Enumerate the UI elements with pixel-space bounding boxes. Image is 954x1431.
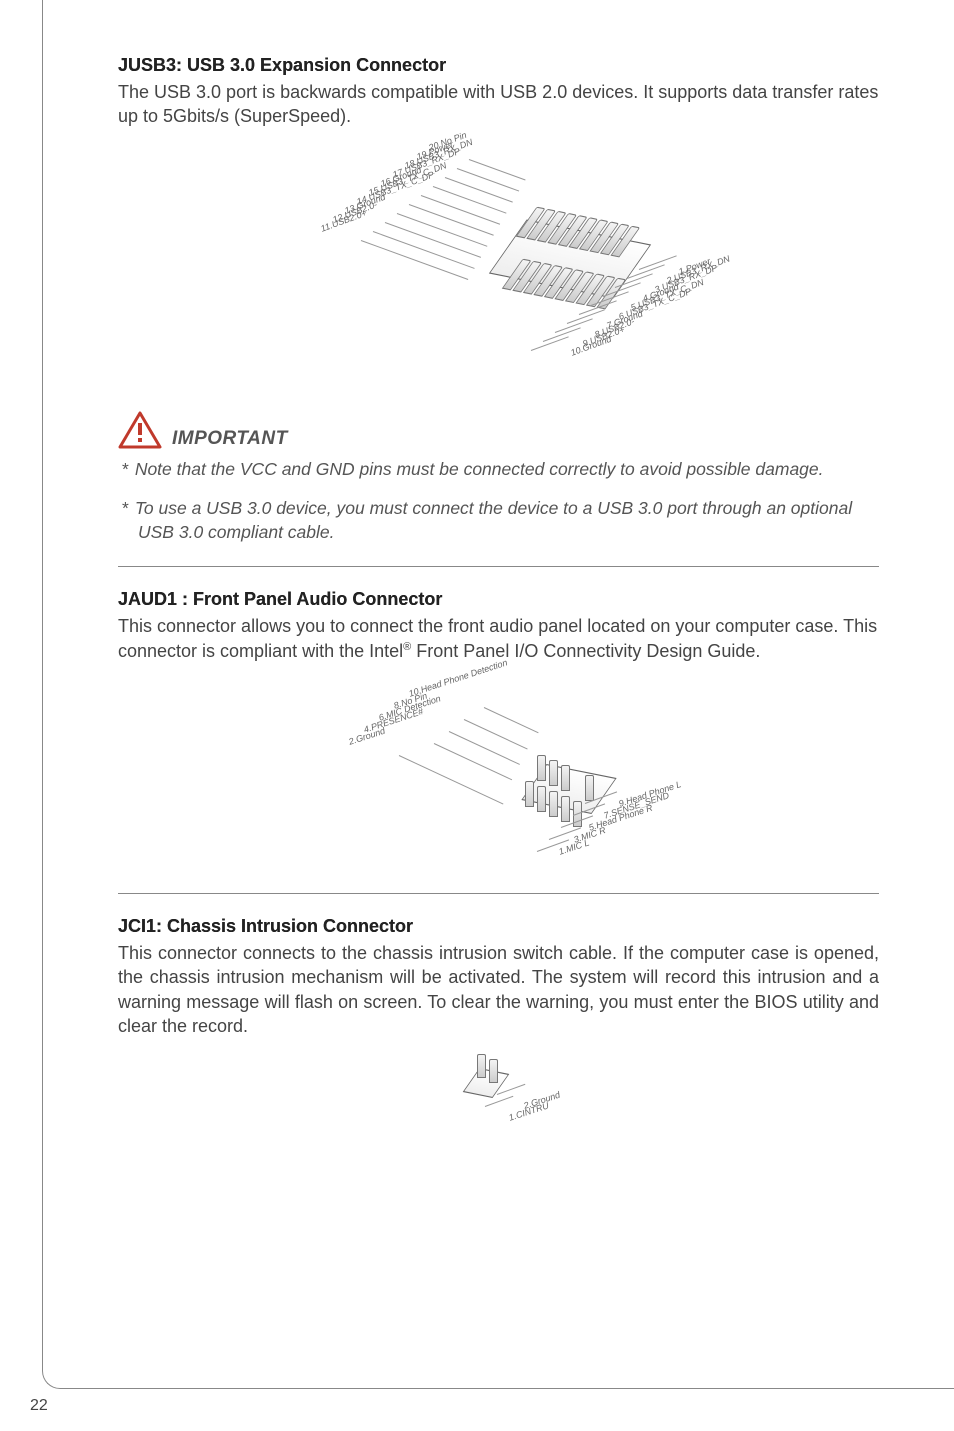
- section3-heading: JCI1: Chassis Intrusion Connector: [118, 916, 879, 937]
- section1-body: The USB 3.0 port is backwards compatible…: [118, 80, 879, 129]
- leader-line: [408, 204, 493, 236]
- leader-line: [456, 168, 518, 192]
- warning-icon: [118, 410, 162, 450]
- important-callout: IMPORTANT: [118, 410, 879, 450]
- jci1-connector-diagram: 2.Ground 1.CINTRU: [349, 1046, 649, 1156]
- leader-line: [484, 1096, 513, 1107]
- section-separator: [118, 893, 879, 894]
- leader-line: [396, 213, 487, 247]
- jaud1-connector-diagram: 10.Head Phone Detection 8.No Pin 6.MIC D…: [239, 671, 759, 871]
- leader-line: [432, 186, 506, 214]
- leader-line: [444, 177, 512, 203]
- leader-line: [448, 731, 519, 765]
- section3-body: This connector connects to the chassis i…: [118, 941, 879, 1038]
- leader-line: [420, 195, 499, 225]
- section2-heading: JAUD1 : Front Panel Audio Connector: [118, 589, 879, 610]
- important-label: IMPORTANT: [172, 428, 288, 450]
- note-text: To use a USB 3.0 device, you must connec…: [135, 498, 852, 542]
- page-number: 22: [30, 1397, 48, 1415]
- connector-block: [462, 1068, 509, 1098]
- important-note-2: *To use a USB 3.0 device, you must conne…: [118, 497, 879, 544]
- note-text: Note that the VCC and GND pins must be c…: [135, 459, 824, 479]
- section-separator: [118, 566, 879, 567]
- leader-line: [468, 159, 525, 180]
- usb3-connector-diagram: 20.No Pin 19.Power 18.USB3_RX_DN 17.USB3…: [219, 137, 779, 392]
- page: JUSB3: USB 3.0 Expansion Connector The U…: [0, 0, 954, 1431]
- leader-line: [483, 707, 538, 733]
- leader-line: [433, 743, 511, 780]
- content-frame: JUSB3: USB 3.0 Expansion Connector The U…: [42, 0, 954, 1389]
- leader-line: [398, 755, 503, 805]
- section1-heading: JUSB3: USB 3.0 Expansion Connector: [118, 55, 879, 76]
- important-note-1: *Note that the VCC and GND pins must be …: [118, 458, 879, 482]
- section2-body: This connector allows you to connect the…: [118, 614, 879, 663]
- body-post: Front Panel I/O Connectivity Design Guid…: [411, 641, 760, 661]
